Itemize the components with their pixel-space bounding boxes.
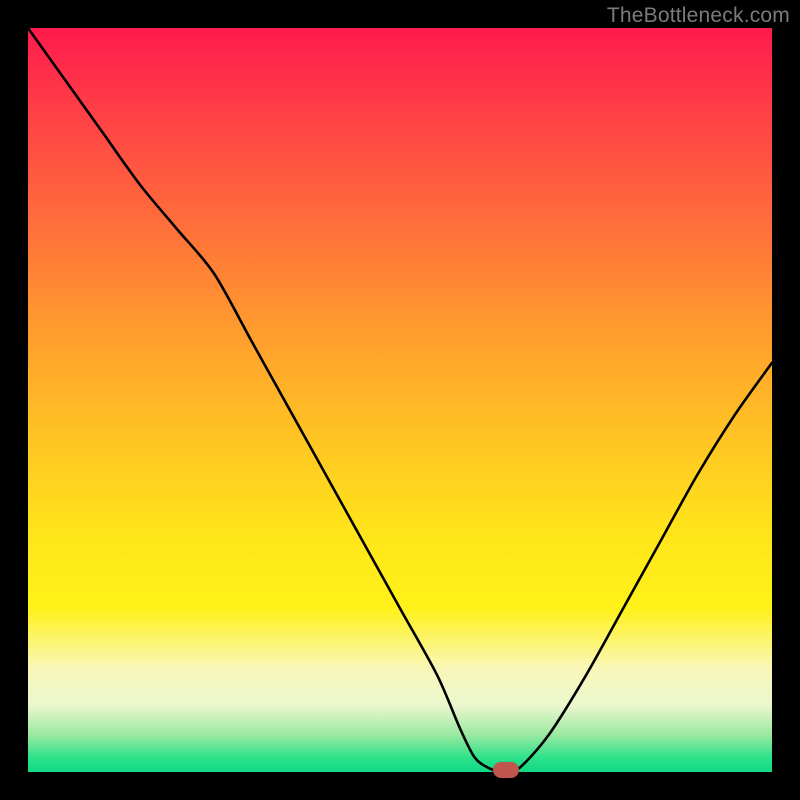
- optimal-point-marker: [493, 762, 519, 778]
- plot-area: [28, 28, 772, 772]
- watermark-text: TheBottleneck.com: [607, 4, 790, 28]
- chart-frame: TheBottleneck.com: [0, 0, 800, 800]
- bottleneck-curve: [28, 28, 772, 772]
